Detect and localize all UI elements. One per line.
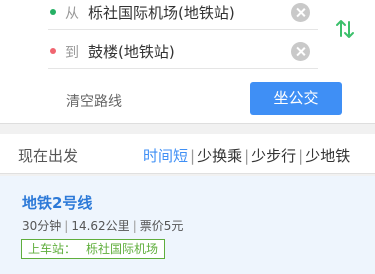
- route-distance: 14.62公里: [71, 219, 130, 233]
- bus-search-button[interactable]: 坐公交: [250, 82, 342, 115]
- to-prefix: 到: [65, 45, 79, 61]
- start-point-input[interactable]: 栎社国际机场(地铁站): [88, 2, 235, 23]
- clear-start-icon[interactable]: [291, 3, 310, 22]
- sort-separator: |: [244, 147, 250, 165]
- end-dot-icon: [50, 48, 56, 54]
- sort-options: 时间短 | 少换乘 | 少步行 | 少地铁: [143, 145, 350, 166]
- route-input-panel: 从 栎社国际机场(地铁站) 到 鼓楼(地铁站) 清空路线 坐公交: [0, 0, 375, 124]
- sort-option-fewer-transfers[interactable]: 少换乘: [197, 145, 242, 166]
- boarding-station: 栎社国际机场: [86, 242, 159, 256]
- end-point-row[interactable]: 到 鼓楼(地铁站): [48, 33, 318, 69]
- from-prefix: 从: [65, 6, 79, 22]
- route-summary: 30分钟 | 14.62公里 | 票价5元: [22, 217, 183, 234]
- swap-vertical-icon[interactable]: [334, 18, 356, 40]
- sort-option-less-walking[interactable]: 少步行: [251, 145, 296, 166]
- route-duration: 30分钟: [22, 219, 62, 233]
- route-fare: 票价5元: [139, 219, 184, 233]
- clear-end-icon[interactable]: [291, 42, 310, 61]
- sort-separator: |: [190, 147, 196, 165]
- start-point-row[interactable]: 从 栎社国际机场(地铁站): [48, 0, 318, 30]
- boarding-label: 上车站：: [28, 242, 77, 256]
- route-result-item[interactable]: 地铁2号线 30分钟 | 14.62公里 | 票价5元 上车站： 栎社国际机场: [0, 176, 375, 274]
- clear-route-link[interactable]: 清空路线: [66, 91, 122, 111]
- depart-time-selector[interactable]: 现在出发: [18, 145, 78, 166]
- line-name: 地铁2号线: [22, 194, 93, 212]
- boarding-station-tag: 上车站： 栎社国际机场: [21, 239, 166, 259]
- sort-separator: |: [298, 147, 304, 165]
- route-planner-page: 从 栎社国际机场(地铁站) 到 鼓楼(地铁站) 清空路线 坐公交 现在出发 时间…: [0, 0, 375, 274]
- sort-option-less-subway[interactable]: 少地铁: [305, 145, 350, 166]
- meta-separator: |: [132, 219, 137, 233]
- start-dot-icon: [50, 9, 56, 15]
- end-point-input[interactable]: 鼓楼(地铁站): [88, 41, 175, 62]
- sort-filter-bar: 现在出发 时间短 | 少换乘 | 少步行 | 少地铁: [0, 134, 375, 174]
- sort-option-shortest-time[interactable]: 时间短: [143, 145, 188, 166]
- meta-separator: |: [64, 219, 69, 233]
